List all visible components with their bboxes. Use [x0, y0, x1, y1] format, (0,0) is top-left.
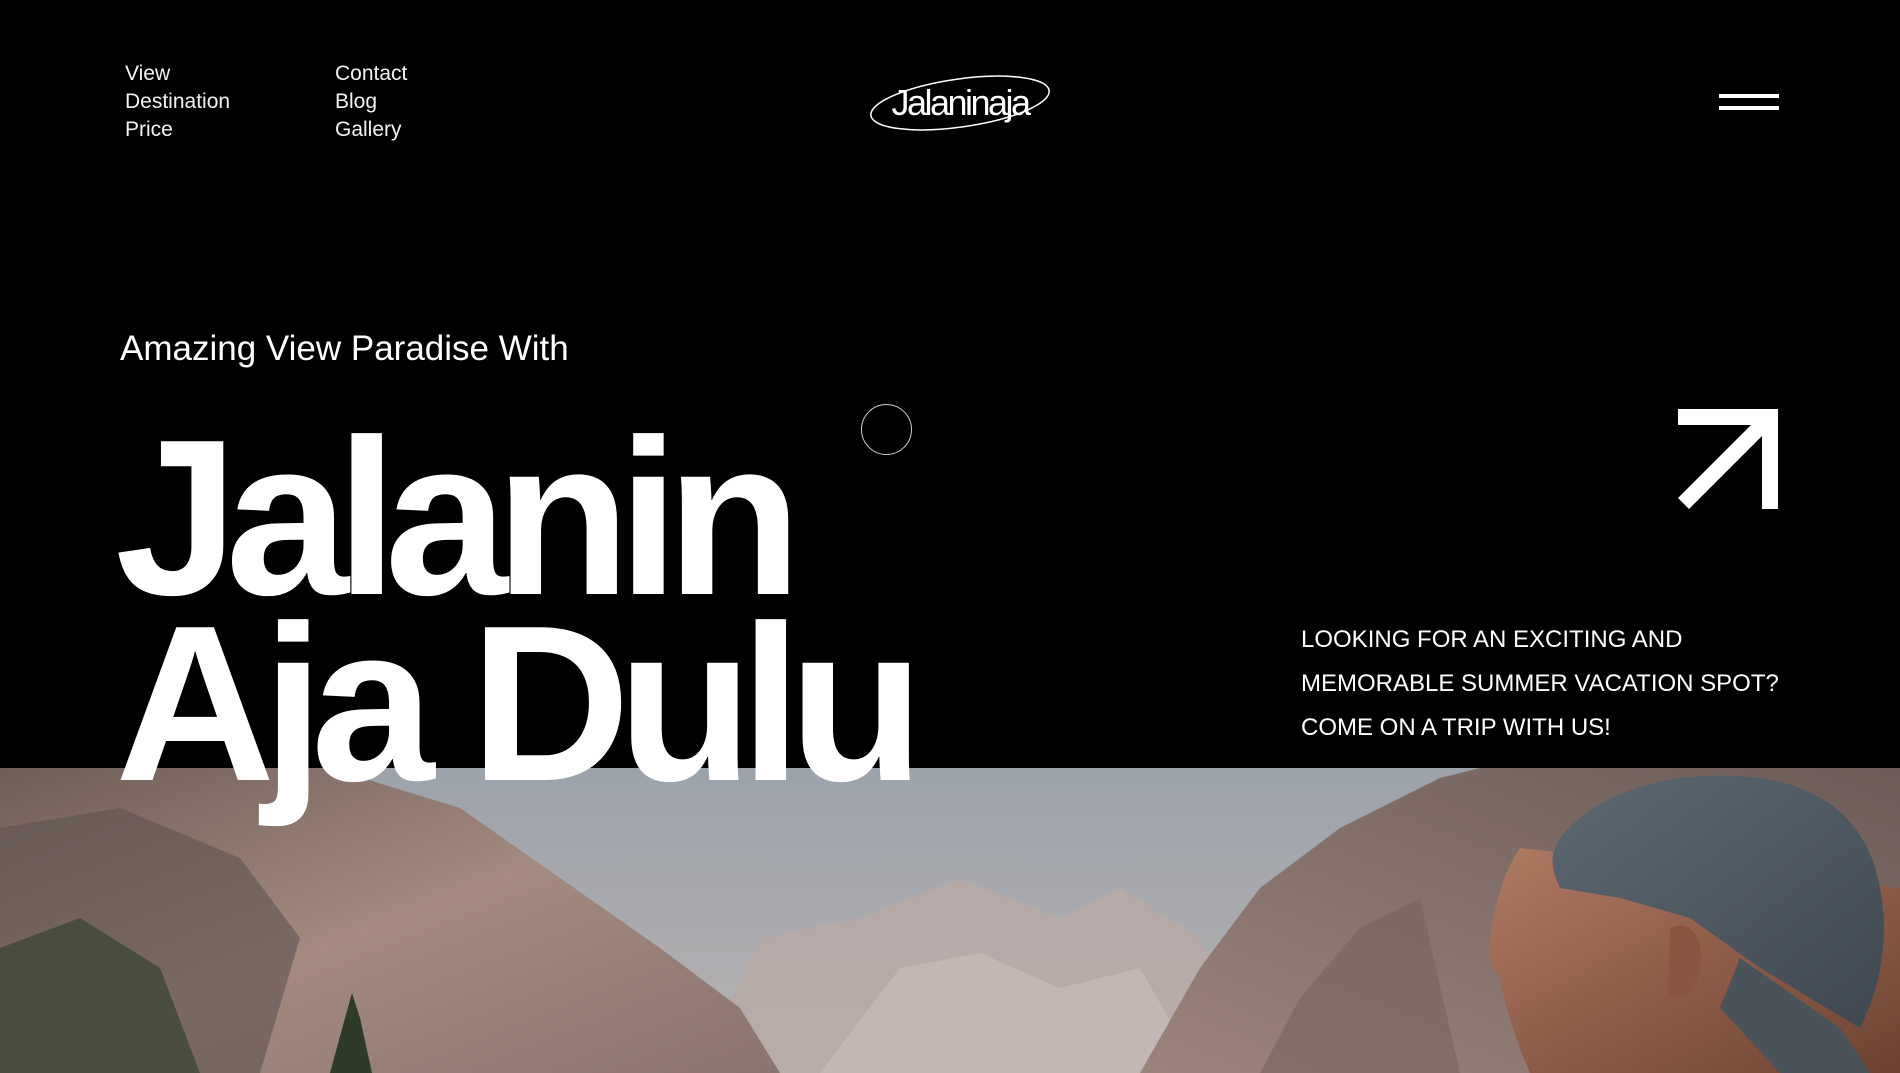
nav-link-contact[interactable]: Contact — [335, 63, 407, 85]
nav-link-destination[interactable]: Destination — [125, 91, 230, 113]
nav-link-gallery[interactable]: Gallery — [335, 119, 407, 141]
nav-column-left: View Destination Price — [125, 63, 230, 141]
hamburger-menu-icon[interactable] — [1719, 94, 1779, 112]
nav-column-right: Contact Blog Gallery — [335, 63, 407, 141]
site-logo[interactable]: Jalaninaja — [868, 72, 1052, 134]
tagline-line-1: LOOKING FOR AN EXCITING AND — [1301, 626, 1683, 653]
logo-text: Jalaninaja — [891, 82, 1031, 123]
page: View Destination Price Contact Blog Gall… — [0, 0, 1900, 1073]
nav-link-price[interactable]: Price — [125, 119, 230, 141]
tagline-line-3: COME ON A TRIP WITH US! — [1301, 714, 1611, 741]
arrow-up-right-icon[interactable] — [1676, 407, 1780, 511]
tagline-line-2: MEMORABLE SUMMER VACATION SPOT? — [1301, 670, 1779, 697]
nav-link-blog[interactable]: Blog — [335, 91, 407, 113]
hero-title-line-2: Aja Dulu — [115, 580, 924, 828]
hero-subtitle: Amazing View Paradise With — [120, 329, 569, 368]
hero-tagline: LOOKING FOR AN EXCITING AND MEMORABLE SU… — [1301, 618, 1801, 750]
hero-title: Jalanin Aja Dulu — [115, 407, 924, 828]
nav-link-view[interactable]: View — [125, 63, 230, 85]
